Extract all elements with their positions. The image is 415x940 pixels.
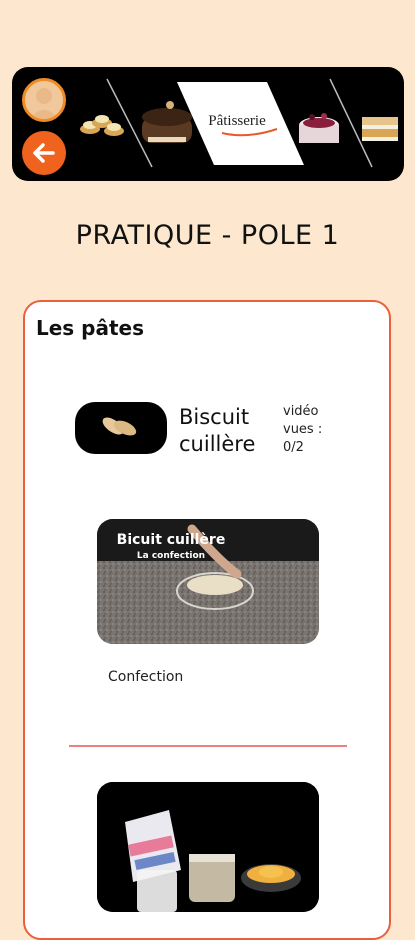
video-overlay-subtitle: La confection — [137, 551, 205, 561]
arrow-left-icon — [33, 143, 55, 163]
berry-cake-image — [299, 113, 339, 143]
video-thumbnail-ingredients[interactable] — [97, 782, 319, 912]
section-title: Les pâtes — [36, 316, 145, 340]
user-avatar-icon[interactable] — [22, 78, 66, 122]
back-button[interactable] — [22, 131, 66, 175]
lesson-title[interactable]: Biscuit cuillère — [179, 404, 255, 458]
video-overlay-title: Bicuit cuillère — [117, 532, 226, 548]
views-line1: vidéo — [283, 404, 319, 419]
section-divider — [69, 745, 347, 747]
header-banner: Pâtisserie — [12, 67, 404, 181]
video-label: Confection — [108, 669, 184, 685]
views-line2: vues : — [283, 422, 323, 437]
views-count: 0/2 — [283, 440, 304, 455]
tartelettes-image — [80, 115, 124, 136]
page-title: PRATIQUE - POLE 1 — [75, 220, 340, 251]
lesson-title-line2: cuillère — [179, 432, 256, 456]
lesson-thumbnail[interactable] — [75, 402, 167, 454]
brand-text: Pâtisserie — [208, 113, 266, 129]
lesson-title-line1: Biscuit — [179, 405, 250, 429]
millefeuille-image — [362, 117, 398, 141]
chocolate-cake-image — [142, 101, 192, 143]
banner-illustration: Pâtisserie — [80, 78, 398, 168]
lesson-views-counter: vidéo vues : 0/2 — [283, 403, 322, 457]
video-thumbnail-confection[interactable]: Bicuit cuillère La confection — [97, 519, 319, 644]
